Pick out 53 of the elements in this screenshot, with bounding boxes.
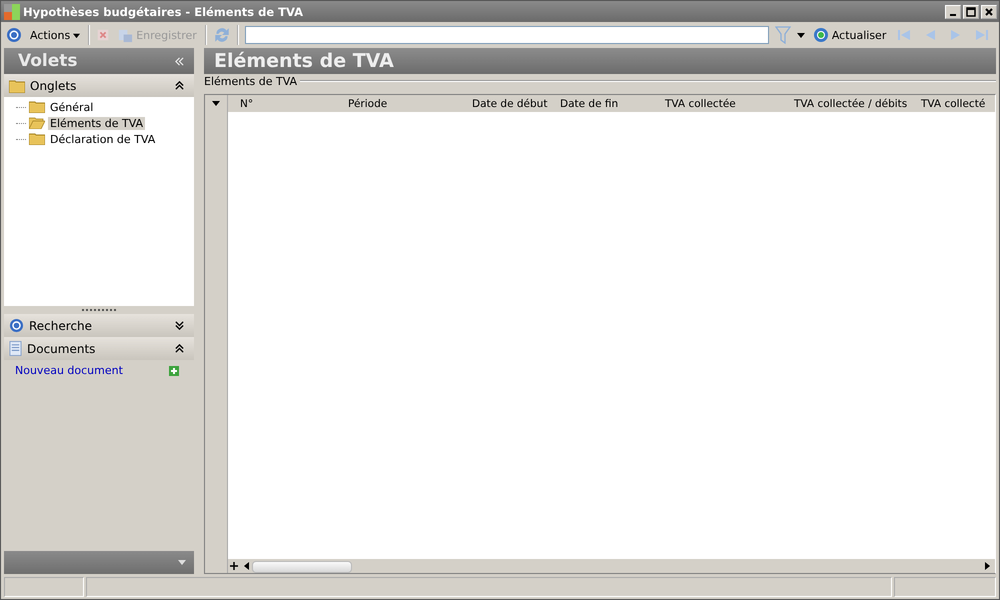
caret-icon bbox=[212, 100, 220, 106]
close-button[interactable] bbox=[981, 4, 997, 18]
add-row-icon[interactable] bbox=[228, 560, 240, 572]
minimize-icon bbox=[950, 14, 956, 16]
column-header[interactable]: Date de début bbox=[472, 98, 560, 110]
maximize-icon bbox=[966, 6, 976, 16]
content-header: Eléments de TVA bbox=[204, 48, 996, 74]
collapse-icon[interactable] bbox=[175, 56, 184, 66]
plus-icon[interactable] bbox=[169, 366, 179, 376]
column-header[interactable]: N° bbox=[240, 98, 348, 110]
caret-icon[interactable] bbox=[796, 31, 805, 39]
column-header[interactable]: TVA collectée bbox=[665, 98, 794, 110]
chevron-icon[interactable] bbox=[175, 81, 184, 90]
save-icon bbox=[118, 28, 134, 42]
folder-icon bbox=[29, 117, 45, 129]
close-icon bbox=[984, 6, 994, 16]
section-header[interactable]: Recherche bbox=[4, 314, 194, 337]
refresh-icon bbox=[812, 27, 829, 43]
window-title: Hypothèses budgétaires - Eléments de TVA bbox=[23, 4, 304, 18]
scroll-right-icon[interactable] bbox=[985, 562, 991, 570]
tree-item[interactable]: Général bbox=[48, 100, 96, 114]
folder-icon bbox=[29, 101, 45, 113]
section-title: Documents bbox=[27, 342, 96, 356]
document-icon bbox=[9, 341, 22, 356]
scrollbar-thumb[interactable] bbox=[252, 561, 352, 573]
new-document-link[interactable]: Nouveau document bbox=[15, 364, 123, 377]
column-header[interactable]: Période bbox=[348, 98, 472, 110]
chevron-icon[interactable] bbox=[175, 344, 184, 353]
refresh-button[interactable]: Actualiser bbox=[810, 27, 888, 43]
column-header[interactable]: Date de fin bbox=[560, 98, 665, 110]
search-field[interactable] bbox=[244, 26, 769, 44]
chevron-icon[interactable] bbox=[175, 321, 184, 330]
column-header[interactable]: TVA collecté bbox=[921, 98, 986, 110]
pane-header: Volets bbox=[4, 48, 194, 74]
column-header[interactable]: TVA collectée / débits bbox=[794, 98, 921, 110]
tree-item[interactable]: Déclaration de TVA bbox=[48, 132, 158, 146]
minimize-button[interactable] bbox=[945, 4, 961, 18]
tree-item[interactable]: Eléments de TVA bbox=[48, 116, 146, 130]
maximize-button[interactable] bbox=[963, 4, 979, 18]
actions-menu[interactable]: Actions bbox=[28, 28, 82, 42]
group-label: Eléments de TVA bbox=[204, 74, 298, 88]
target-icon[interactable] bbox=[6, 27, 22, 43]
folder-icon bbox=[29, 133, 45, 145]
section-header[interactable]: Onglets bbox=[4, 74, 194, 97]
section-title: Onglets bbox=[30, 78, 78, 92]
splitter-handle[interactable] bbox=[4, 306, 194, 314]
section-header[interactable]: Documents bbox=[4, 337, 194, 360]
scroll-left-icon[interactable] bbox=[243, 562, 249, 570]
app-icon bbox=[4, 4, 20, 20]
caret-icon bbox=[73, 32, 80, 38]
section-title: Recherche bbox=[29, 318, 94, 332]
folder-icon bbox=[9, 78, 25, 92]
target-icon bbox=[9, 318, 24, 333]
